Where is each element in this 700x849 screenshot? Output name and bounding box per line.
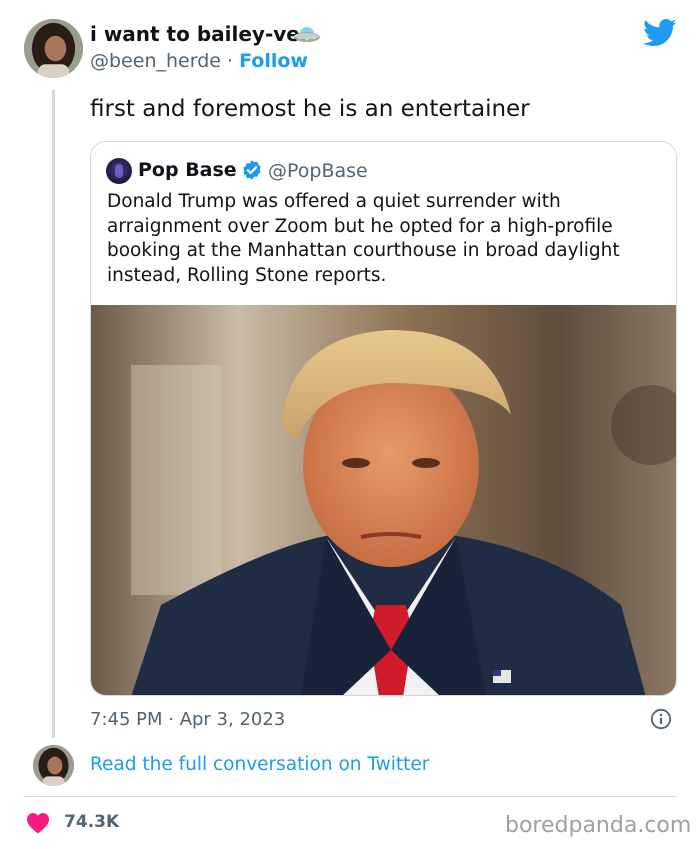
heart-icon[interactable]	[26, 812, 50, 834]
tweet-text: first and foremost he is an entertainer	[90, 96, 530, 122]
quoted-tweet-card[interactable]: Pop Base @PopBase Donald Trump was offer…	[90, 141, 677, 696]
verified-badge-icon	[243, 160, 261, 180]
quoted-display-name: Pop Base	[138, 159, 237, 181]
handle-separator: ·	[227, 50, 234, 72]
read-full-conversation-link[interactable]: Read the full conversation on Twitter	[90, 754, 429, 775]
quoted-photo[interactable]	[91, 305, 676, 695]
watermark: boredpanda.com	[505, 813, 692, 838]
author-avatar[interactable]	[24, 19, 83, 78]
reply-avatar[interactable]	[33, 745, 74, 786]
like-count: 74.3K	[64, 812, 120, 832]
author-display-name[interactable]: i want to bailey-ve	[90, 22, 300, 46]
divider	[24, 796, 677, 797]
quoted-handle: @PopBase	[268, 160, 368, 182]
twitter-bird-icon[interactable]	[643, 18, 677, 48]
quoted-avatar	[106, 158, 132, 184]
author-handle-row: @been_herde · Follow	[90, 50, 308, 72]
thread-line	[52, 90, 55, 738]
quoted-text: Donald Trump was offered a quiet surrend…	[107, 191, 620, 286]
ufo-icon	[294, 27, 320, 42]
follow-button[interactable]: Follow	[239, 50, 308, 72]
author-handle[interactable]: @been_herde	[90, 50, 221, 72]
tweet-timestamp[interactable]: 7:45 PM · Apr 3, 2023	[90, 709, 285, 730]
info-icon[interactable]	[650, 708, 672, 730]
